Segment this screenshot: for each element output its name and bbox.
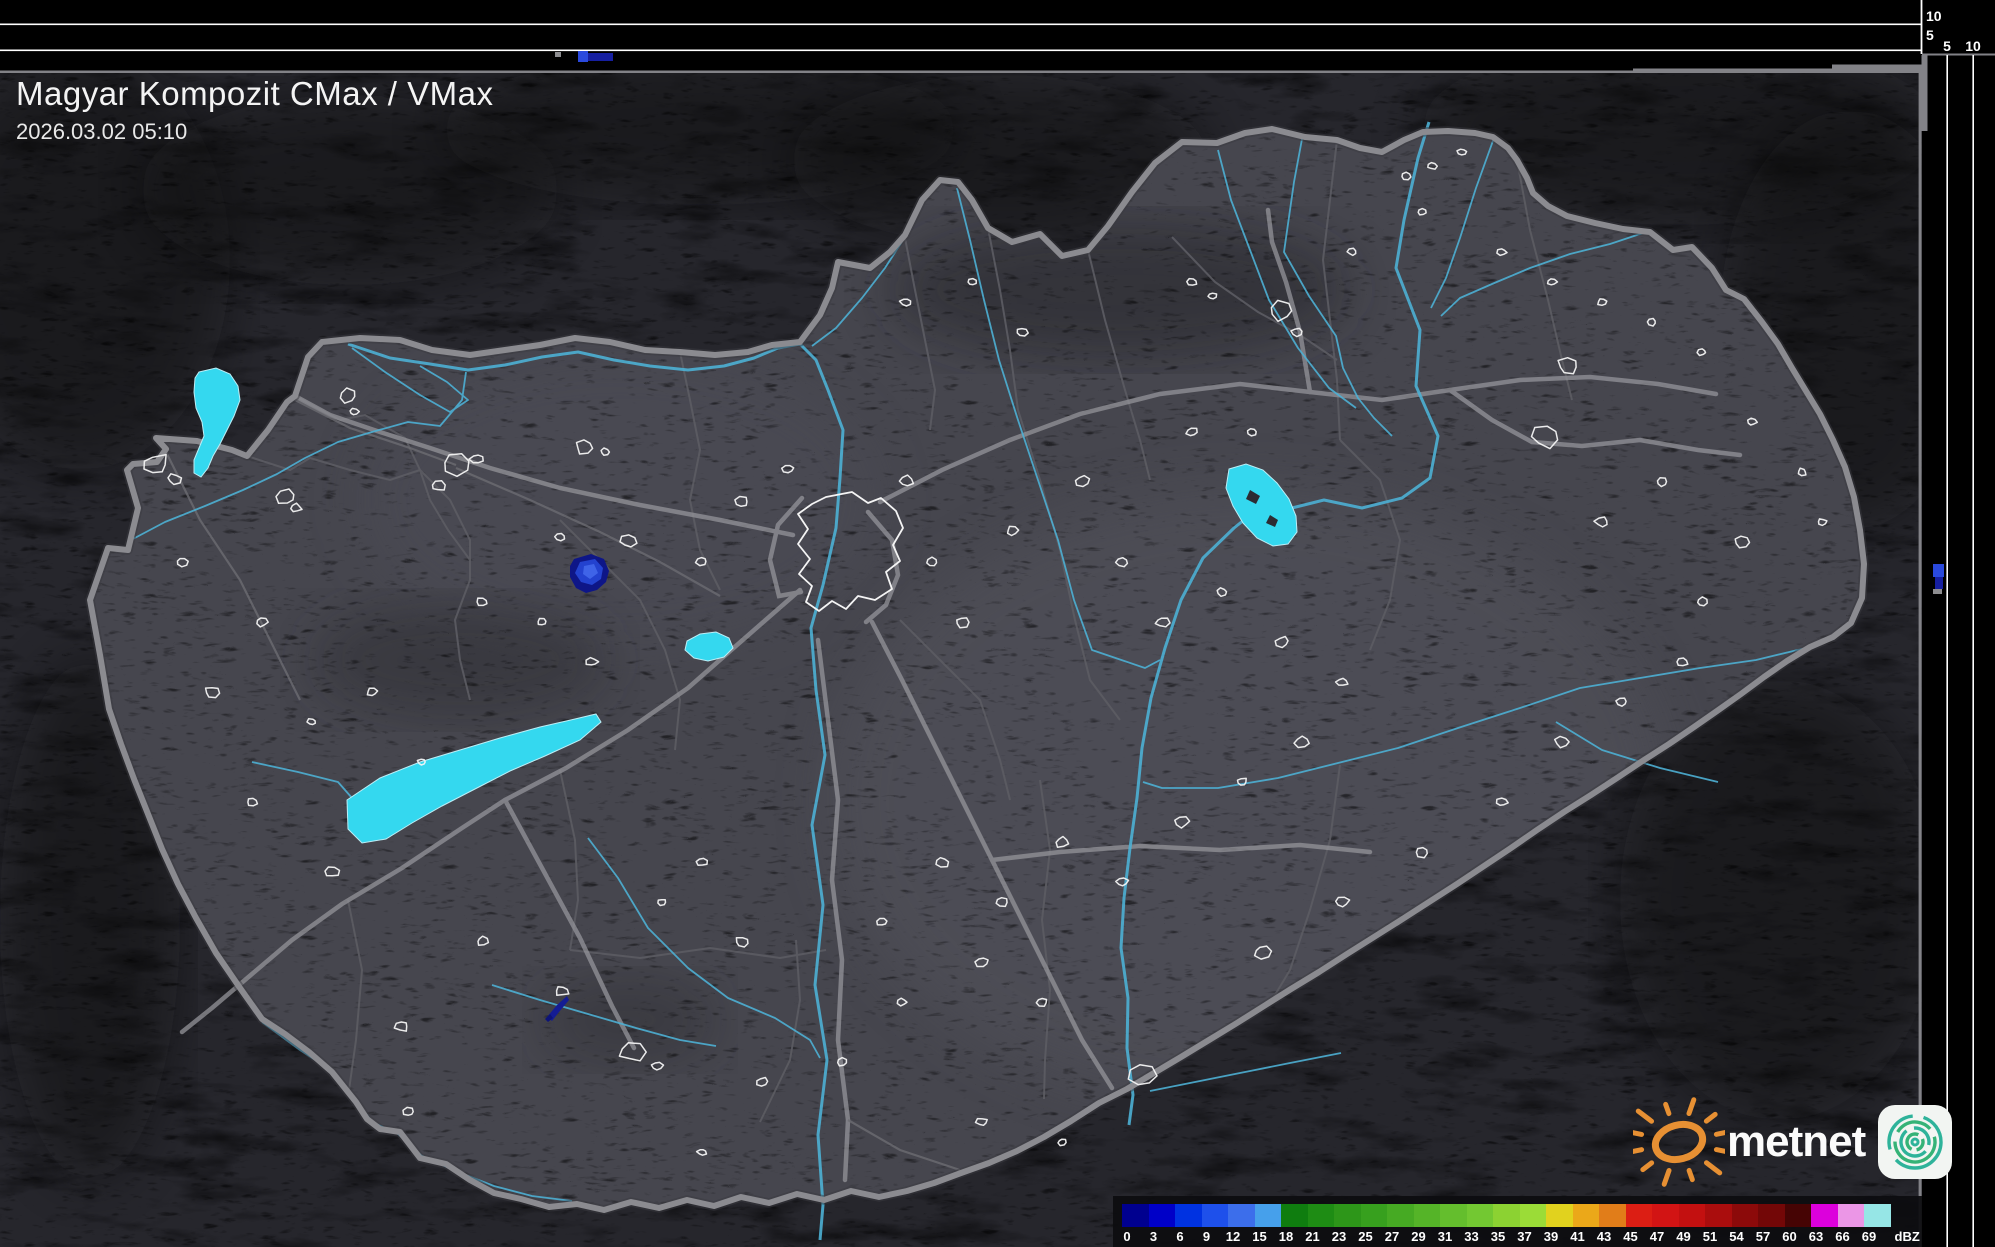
- colorbar-tick: 6: [1176, 1229, 1184, 1244]
- colorbar-tick: 29: [1411, 1229, 1426, 1244]
- metnet-logo[interactable]: metnet: [1633, 1096, 1953, 1188]
- colorbar-cell: [1599, 1204, 1626, 1227]
- colorbar-cell: [1705, 1204, 1732, 1227]
- map-area: [0, 71, 1922, 1247]
- colorbar-tick: 41: [1570, 1229, 1585, 1244]
- colorbar-tick: 31: [1437, 1229, 1453, 1244]
- colorbar-tick: 39: [1543, 1229, 1559, 1244]
- colorbar-cell: [1864, 1204, 1891, 1227]
- colorbar-cell: [1334, 1204, 1361, 1227]
- colorbar-cell: [1546, 1204, 1573, 1227]
- colorbar-cell: [1360, 1204, 1387, 1227]
- colorbar-tick: 15: [1252, 1229, 1267, 1244]
- dbz-colorbar: 0 3 6 9 12 15 18 21 23 25 27 29 31 33 35 37 39 41 43 45 47 49…: [1113, 1196, 1922, 1247]
- colorbar-cell: [1811, 1204, 1838, 1227]
- colorbar-cell: [1254, 1204, 1281, 1227]
- colorbar-tick: 57: [1755, 1229, 1771, 1244]
- colorbar-cell: [1784, 1204, 1811, 1227]
- colorbar-cell: [1228, 1204, 1255, 1227]
- colorbar-cell: [1281, 1204, 1308, 1227]
- colorbar-tick: 51: [1702, 1229, 1718, 1244]
- dbz-colorbar-cells: [1122, 1204, 1891, 1227]
- colorbar-cell: [1466, 1204, 1493, 1227]
- colorbar-tick: 60: [1782, 1229, 1797, 1244]
- colorbar-cell: [1387, 1204, 1414, 1227]
- colorbar-cell: [1440, 1204, 1467, 1227]
- colorbar-tick: 12: [1225, 1229, 1241, 1244]
- sun-icon: [1633, 1097, 1725, 1187]
- colorbar-cell: [1678, 1204, 1705, 1227]
- vmax-right-profile: 1055 10: [1918, 0, 1995, 1247]
- metnet-wordmark: metnet: [1727, 1117, 1866, 1166]
- colorbar-tick: 3: [1149, 1229, 1158, 1244]
- colorbar-tick: 45: [1623, 1229, 1638, 1244]
- metnet-app-icon: [1878, 1105, 1953, 1179]
- colorbar-cell: [1413, 1204, 1440, 1227]
- colorbar-cell: [1625, 1204, 1652, 1227]
- colorbar-cell: [1758, 1204, 1785, 1227]
- colorbar-tick: 23: [1331, 1229, 1347, 1244]
- axis-label: 5: [1943, 38, 1951, 54]
- colorbar-cell: [1493, 1204, 1520, 1227]
- colorbar-unit-label: dBZ: [1894, 1229, 1920, 1244]
- colorbar-tick: 27: [1384, 1229, 1400, 1244]
- colorbar-cell: [1519, 1204, 1546, 1227]
- colorbar-cell: [1122, 1204, 1149, 1227]
- colorbar-tick: 9: [1202, 1229, 1211, 1244]
- vmax-top-profile: [0, 0, 1922, 73]
- colorbar-tick: 21: [1305, 1229, 1320, 1244]
- colorbar-tick: 0: [1123, 1229, 1131, 1244]
- colorbar-tick: 33: [1464, 1229, 1479, 1244]
- colorbar-tick: 43: [1596, 1229, 1612, 1244]
- colorbar-tick: 35: [1490, 1229, 1506, 1244]
- colorbar-tick: 49: [1676, 1229, 1691, 1244]
- radar-map-canvas: 1055 10: [0, 0, 1995, 1247]
- colorbar-cell: [1731, 1204, 1758, 1227]
- colorbar-tick: 25: [1358, 1229, 1373, 1244]
- colorbar-cell: [1307, 1204, 1334, 1227]
- colorbar-tick: 37: [1517, 1229, 1532, 1244]
- colorbar-cell: [1201, 1204, 1228, 1227]
- radar-composite-screen: 10 5 5 10 Magyar Kompozit CMax / VMax 2026.…: [0, 0, 1995, 1247]
- colorbar-tick: 69: [1861, 1229, 1877, 1244]
- axis-label: 10: [1965, 38, 1981, 54]
- colorbar-cell: [1148, 1204, 1175, 1227]
- colorbar-cell: [1837, 1204, 1864, 1227]
- colorbar-tick: 63: [1808, 1229, 1824, 1244]
- colorbar-cell: [1572, 1204, 1599, 1227]
- colorbar-tick: 18: [1278, 1229, 1294, 1244]
- colorbar-tick: 54: [1729, 1229, 1744, 1244]
- axis-label: 5: [1926, 27, 1934, 43]
- colorbar-tick: 66: [1835, 1229, 1850, 1244]
- colorbar-cell: [1175, 1204, 1202, 1227]
- axis-label: 10: [1926, 8, 1942, 24]
- colorbar-cell: [1652, 1204, 1679, 1227]
- colorbar-tick: 47: [1649, 1229, 1665, 1244]
